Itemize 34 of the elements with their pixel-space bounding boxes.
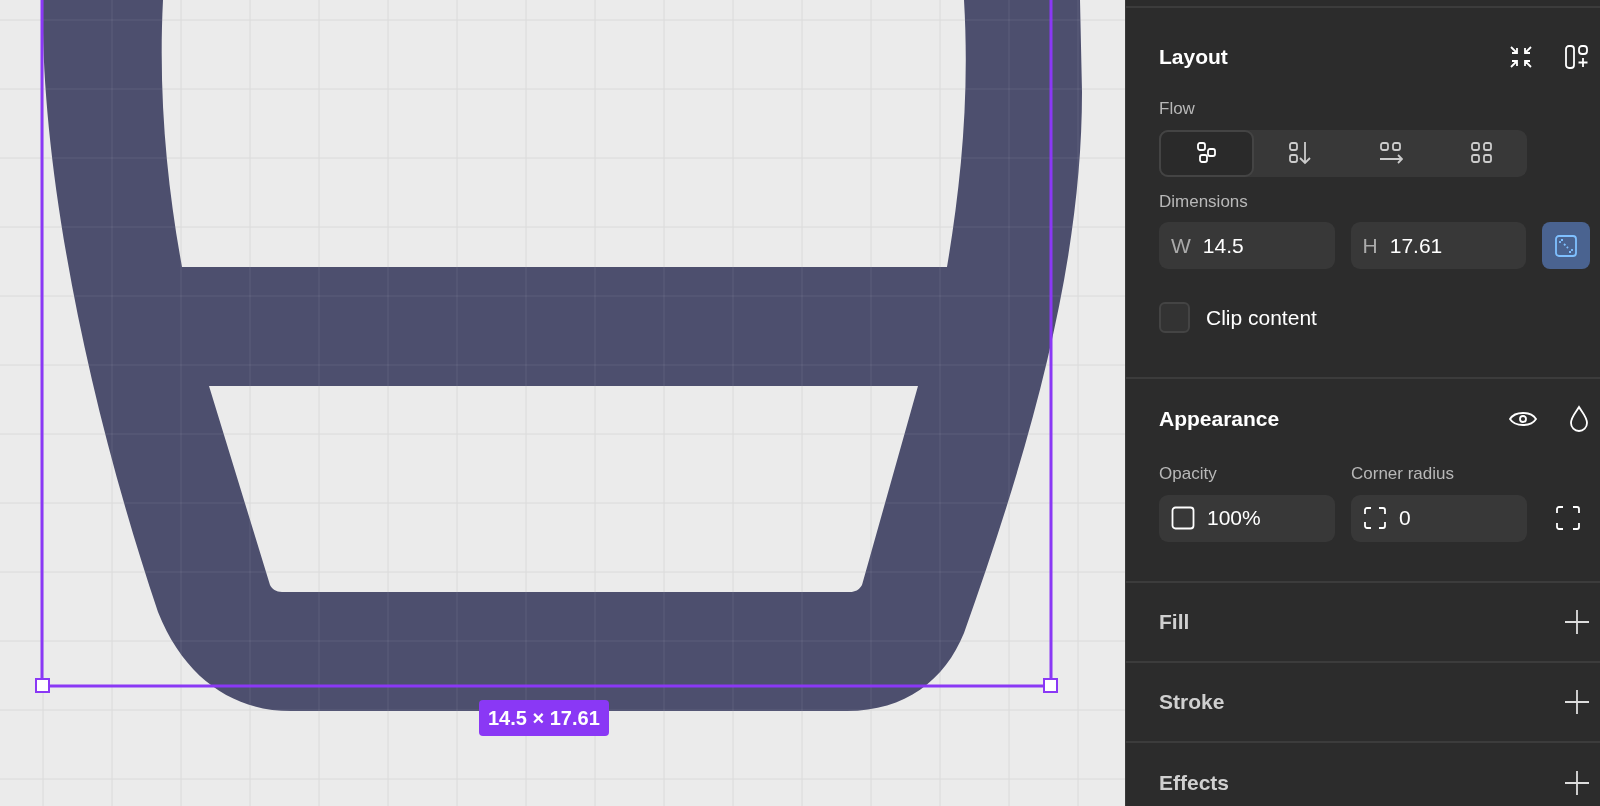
plus-icon[interactable] xyxy=(1564,609,1590,635)
opacity-field[interactable]: 100% xyxy=(1159,494,1335,542)
plus-icon[interactable] xyxy=(1564,769,1590,796)
field-label: Corner radius xyxy=(1351,463,1454,485)
resize-handle[interactable] xyxy=(35,678,50,693)
plus-icon[interactable] xyxy=(1564,689,1590,715)
field-label: Opacity xyxy=(1159,463,1218,485)
field-label: Dimensions xyxy=(1159,190,1249,213)
field-label: Flow xyxy=(1159,98,1196,120)
size-label: 14.5 × 17.61 xyxy=(479,700,609,736)
section-title: Appearance xyxy=(1159,406,1280,433)
aspect-ratio-icon xyxy=(1554,233,1579,258)
independent-corners-icon[interactable] xyxy=(1555,505,1581,531)
horizontal-stack-icon xyxy=(1378,141,1403,165)
freeform-icon xyxy=(1194,141,1219,165)
corner-radius-icon xyxy=(1363,506,1387,530)
height-field[interactable]: H 17.61 xyxy=(1350,222,1527,269)
section-title: Fill xyxy=(1159,609,1190,636)
grid-icon xyxy=(1469,141,1494,165)
section-title: Effects xyxy=(1159,769,1230,796)
resize-handle[interactable] xyxy=(1043,678,1058,693)
add-layout-icon[interactable] xyxy=(1564,44,1590,70)
aspect-ratio-button[interactable] xyxy=(1542,222,1590,269)
checkbox[interactable] xyxy=(1159,302,1190,334)
opacity-icon xyxy=(1171,506,1195,530)
section-title: Stroke xyxy=(1159,689,1225,716)
width-field[interactable]: W 14.5 xyxy=(1159,222,1335,269)
flow-option[interactable] xyxy=(1159,129,1254,177)
collapse-arrows-icon[interactable] xyxy=(1508,44,1534,70)
corner-radius-field[interactable]: 0 xyxy=(1351,494,1527,542)
section-title: Layout xyxy=(1159,44,1228,71)
vertical-stack-icon xyxy=(1287,141,1312,165)
checkbox-label[interactable]: Clip content xyxy=(1206,302,1317,334)
drop-icon[interactable] xyxy=(1568,405,1590,433)
